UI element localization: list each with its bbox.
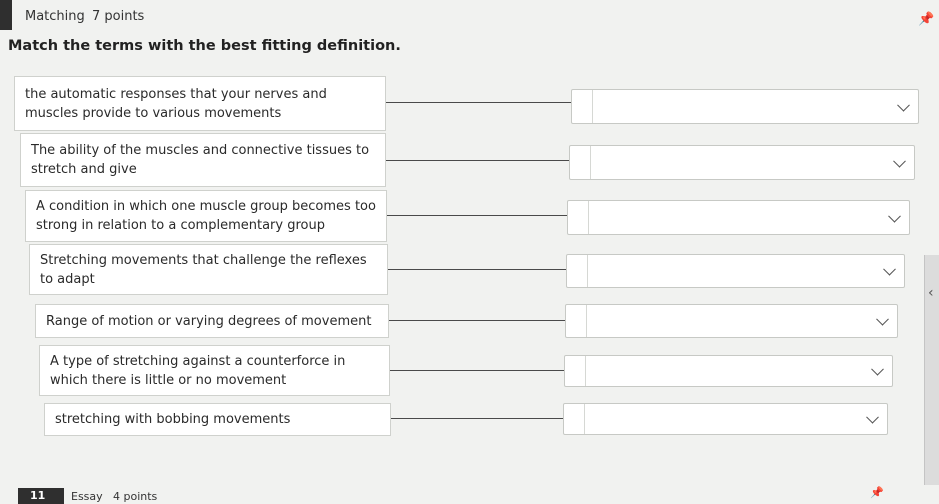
chevron-down-icon — [893, 154, 906, 168]
select-handle — [570, 146, 591, 179]
chevron-left-icon: ‹ — [928, 285, 934, 301]
definition-select-4[interactable] — [566, 254, 905, 288]
chevron-down-icon — [897, 98, 910, 112]
question-points: 7 points — [92, 9, 145, 24]
definition-select-6[interactable] — [564, 355, 893, 387]
chevron-down-icon — [866, 410, 879, 424]
term-row-3: A condition in which one muscle group be… — [25, 190, 387, 242]
definition-select-2[interactable] — [569, 145, 915, 180]
select-handle — [565, 356, 586, 386]
next-question-points: 4 points — [113, 490, 158, 503]
select-handle — [567, 255, 588, 287]
term-row-2: The ability of the muscles and connectiv… — [20, 133, 386, 187]
next-question-type: Essay — [71, 490, 103, 503]
pin-icon[interactable]: 📌 — [870, 486, 884, 499]
side-scroll-tab[interactable]: ‹ — [924, 255, 939, 485]
connector-line-4 — [388, 269, 566, 270]
definition-select-5[interactable] — [565, 304, 898, 338]
select-handle — [572, 90, 593, 123]
question-type: Matching — [25, 9, 85, 24]
select-handle — [568, 201, 589, 234]
connector-line-2 — [386, 160, 569, 161]
definition-select-3[interactable] — [567, 200, 910, 235]
chevron-down-icon — [883, 262, 896, 276]
definition-select-7[interactable] — [563, 403, 888, 435]
select-handle — [564, 404, 585, 434]
term-row-5: Range of motion or varying degrees of mo… — [35, 304, 389, 338]
pin-icon[interactable]: 📌 — [918, 12, 934, 27]
question-prompt: Match the terms with the best fitting de… — [8, 38, 401, 54]
connector-line-7 — [391, 418, 563, 419]
question-number-badge — [0, 0, 12, 30]
chevron-down-icon — [876, 312, 889, 326]
chevron-down-icon — [888, 209, 901, 223]
connector-line-3 — [387, 215, 567, 216]
term-row-4: Stretching movements that challenge the … — [29, 244, 388, 295]
connector-line-1 — [386, 102, 571, 103]
select-handle — [566, 305, 587, 337]
connector-line-5 — [389, 320, 565, 321]
term-row-7: stretching with bobbing movements — [44, 403, 391, 436]
next-question-number: 11 — [18, 488, 64, 504]
term-row-1: the automatic responses that your nerves… — [14, 76, 386, 131]
chevron-down-icon — [871, 362, 884, 376]
definition-select-1[interactable] — [571, 89, 919, 124]
connector-line-6 — [390, 370, 564, 371]
term-row-6: A type of stretching against a counterfo… — [39, 345, 390, 396]
